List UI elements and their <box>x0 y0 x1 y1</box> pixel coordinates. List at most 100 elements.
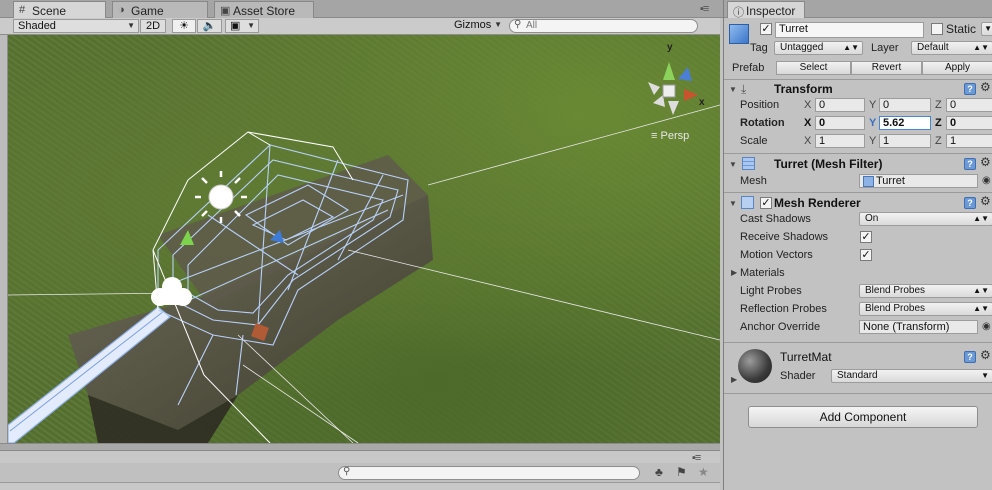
scale-x-label[interactable]: X <box>804 135 811 147</box>
help-book-icon[interactable]: ? <box>964 351 976 363</box>
orientation-gizmo[interactable] <box>648 62 698 115</box>
divider <box>724 192 992 193</box>
scene-search-input[interactable]: ⚲ All <box>509 19 698 33</box>
divider <box>724 393 992 394</box>
light-probes-dropdown[interactable]: Blend Probes ▲▼ <box>859 284 992 298</box>
shading-mode-value: Shaded <box>18 20 56 32</box>
position-x-field[interactable]: 0 <box>815 98 865 112</box>
rotation-x-field[interactable]: 0 <box>815 116 865 130</box>
materials-foldout-arrow-icon[interactable]: ▶ <box>731 268 737 277</box>
mesh-renderer-enabled-checkbox[interactable]: ✓ <box>760 197 772 209</box>
gizmos-label: Gizmos <box>454 19 492 31</box>
position-z-field[interactable]: 0 <box>946 98 992 112</box>
shading-mode-dropdown[interactable]: Shaded ▼ <box>13 19 139 33</box>
add-component-button[interactable]: Add Component <box>748 406 978 428</box>
checkmark-icon: ✓ <box>761 197 771 209</box>
prefab-revert-button[interactable]: Revert <box>851 61 922 75</box>
shader-dropdown[interactable]: Standard ▼ <box>831 369 992 383</box>
scene-effects-dropdown[interactable]: ▣ ▼ <box>225 19 259 33</box>
tab-scene[interactable]: # Scene <box>13 1 106 18</box>
anchor-override-field[interactable]: None (Transform) <box>859 320 978 334</box>
rotation-z-field[interactable]: 0 <box>946 116 992 130</box>
reflection-probes-value: Blend Probes <box>865 303 926 314</box>
tab-game-label: Game <box>131 4 164 18</box>
object-picker-icon[interactable]: ◉ <box>982 321 991 332</box>
mesh-object-field[interactable]: Turret <box>859 174 978 188</box>
position-x-label[interactable]: X <box>804 99 811 111</box>
transform-axes-icon: ⤓ <box>741 82 747 96</box>
scene-audio-toggle[interactable]: 🔈 <box>197 19 222 33</box>
rotation-y-field[interactable]: 5.62 <box>879 116 931 130</box>
gear-icon[interactable]: ⚙ <box>980 348 991 362</box>
active-checkbox[interactable]: ✓ <box>760 23 772 35</box>
gameobject-cube-icon <box>729 24 749 44</box>
scene-render <box>8 62 720 443</box>
materials-label[interactable]: Materials <box>740 267 785 279</box>
static-checkbox[interactable] <box>931 23 943 35</box>
position-y-field[interactable]: 0 <box>879 98 931 112</box>
filter-by-label-icon[interactable]: ⚑ <box>676 465 687 479</box>
rotation-z-value: 0 <box>950 117 957 129</box>
scale-y-field[interactable]: 1 <box>879 134 931 148</box>
scene-tab-menu-icon[interactable]: ▪≡ <box>700 3 709 15</box>
tab-game[interactable]: ◑ Game <box>112 1 208 18</box>
scale-x-field[interactable]: 1 <box>815 134 865 148</box>
gear-icon[interactable]: ⚙ <box>980 80 991 94</box>
store-icon: ▣ <box>220 5 231 17</box>
static-dropdown[interactable]: ▼ <box>981 22 992 36</box>
reflection-probes-dropdown[interactable]: Blend Probes ▲▼ <box>859 302 992 316</box>
material-name: TurretMat <box>780 350 832 364</box>
prefab-select-button[interactable]: Select <box>776 61 851 75</box>
layer-dropdown[interactable]: Default ▲▼ <box>911 41 992 55</box>
divider <box>724 79 992 80</box>
light-probes-label: Light Probes <box>740 285 802 297</box>
prefab-apply-button[interactable]: Apply <box>922 61 992 75</box>
cloud-gizmo[interactable] <box>151 277 192 306</box>
rotation-x-label[interactable]: X <box>804 117 811 129</box>
tag-dropdown[interactable]: Untagged ▲▼ <box>774 41 863 55</box>
scale-z-field[interactable]: 1 <box>946 134 992 148</box>
cast-shadows-value: On <box>865 213 879 224</box>
transform-foldout-arrow-icon[interactable]: ▼ <box>729 85 737 94</box>
tab-asset-store[interactable]: ▣ Asset Store <box>214 1 314 18</box>
cast-shadows-dropdown[interactable]: On ▲▼ <box>859 212 992 226</box>
gear-icon[interactable]: ⚙ <box>980 155 991 169</box>
motion-vectors-checkbox[interactable]: ✓ <box>860 249 872 261</box>
mesh-renderer-title[interactable]: Mesh Renderer <box>774 196 861 210</box>
rotation-y-label[interactable]: Y <box>869 117 876 129</box>
anchor-override-value: None (Transform) <box>863 321 950 333</box>
gizmo-x-label: x <box>699 97 705 108</box>
project-search-input[interactable]: ⚲ <box>338 466 640 480</box>
rotation-z-label[interactable]: Z <box>935 117 942 129</box>
position-y-label[interactable]: Y <box>869 99 876 111</box>
tab-inspector[interactable]: ⓘ Inspector <box>727 1 805 19</box>
mesh-renderer-foldout-arrow-icon[interactable]: ▼ <box>729 199 737 208</box>
favorites-star-icon[interactable]: ★ <box>698 465 709 479</box>
scene-lighting-toggle[interactable]: ☀ <box>172 19 196 33</box>
gear-icon[interactable]: ⚙ <box>980 194 991 208</box>
mesh-filter-title[interactable]: Turret (Mesh Filter) <box>774 157 882 171</box>
material-foldout-arrow-icon[interactable]: ▶ <box>731 375 737 384</box>
help-book-icon[interactable]: ? <box>964 83 976 95</box>
left-panel-gutter[interactable] <box>0 35 8 443</box>
pacman-icon: ◑ <box>118 4 125 16</box>
position-z-label[interactable]: Z <box>935 99 942 111</box>
scale-y-label[interactable]: Y <box>869 135 876 147</box>
caret-down-icon: ▼ <box>127 21 135 30</box>
gizmos-dropdown[interactable]: Gizmos ▼ <box>450 19 505 33</box>
transform-title[interactable]: Transform <box>774 82 833 96</box>
object-picker-icon[interactable]: ◉ <box>982 175 991 186</box>
mesh-filter-foldout-arrow-icon[interactable]: ▼ <box>729 160 737 169</box>
2d-toggle-button[interactable]: 2D <box>140 19 166 33</box>
panel-splitter[interactable] <box>0 443 720 451</box>
mesh-asset-icon <box>863 175 874 187</box>
object-name-field[interactable]: Turret <box>775 22 924 38</box>
filter-by-type-icon[interactable]: ♣ <box>655 465 663 479</box>
scale-z-label[interactable]: Z <box>935 135 942 147</box>
receive-shadows-checkbox[interactable]: ✓ <box>860 231 872 243</box>
help-book-icon[interactable]: ? <box>964 197 976 209</box>
project-panel-menu-icon[interactable]: ▪≡ <box>692 452 701 464</box>
projection-label[interactable]: ≡ Persp <box>651 130 689 142</box>
scene-viewport[interactable]: y x ≡ Persp <box>8 35 720 443</box>
help-book-icon[interactable]: ? <box>964 158 976 170</box>
